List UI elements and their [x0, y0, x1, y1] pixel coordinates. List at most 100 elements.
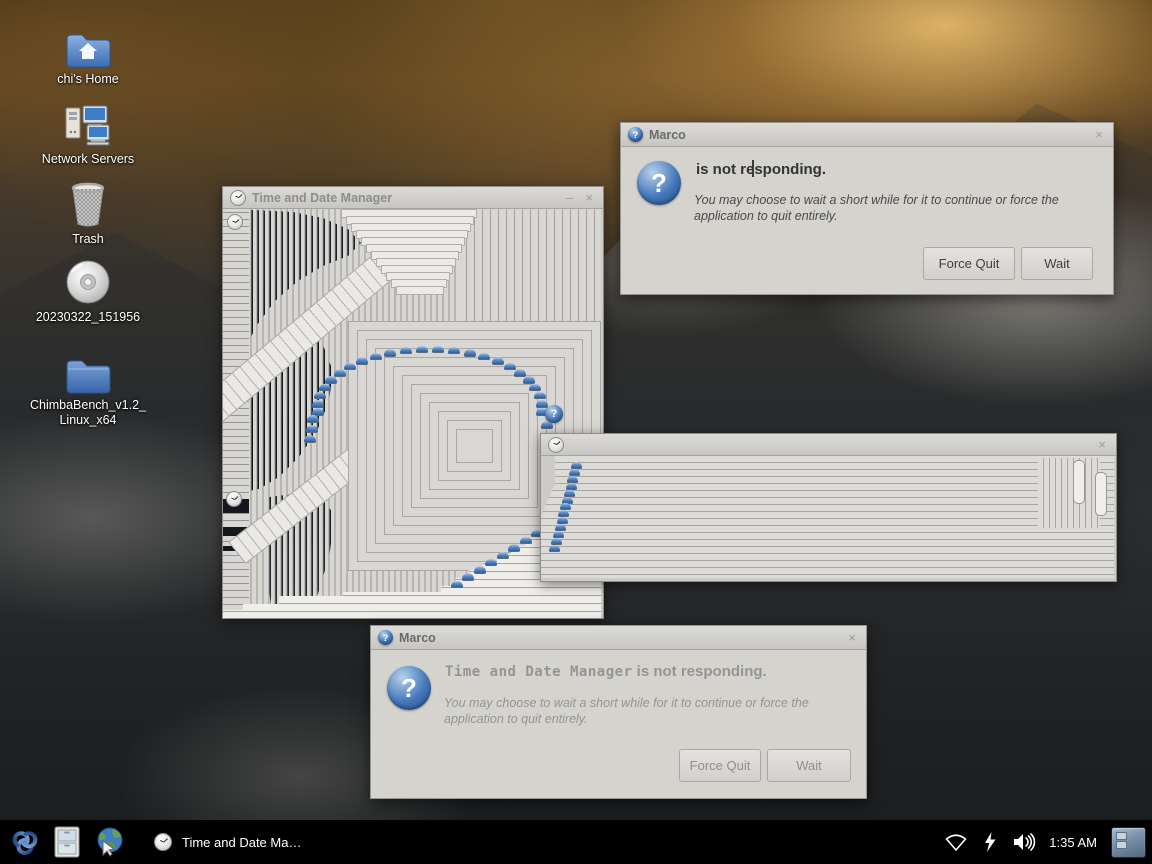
- window-icon-artifact: [485, 558, 497, 567]
- web-browser-launcher[interactable]: [92, 825, 126, 859]
- system-tray: 1:35 AM: [943, 826, 1152, 858]
- force-quit-button[interactable]: Force Quit: [923, 247, 1015, 280]
- force-quit-button[interactable]: Force Quit: [679, 749, 761, 782]
- desktop-icon-network-servers[interactable]: Network Servers: [22, 100, 154, 167]
- window-icon-artifact: [325, 376, 338, 384]
- desktop-icon-disc[interactable]: 20230322_151956: [22, 258, 154, 325]
- window-bar-artifact: [396, 286, 444, 295]
- window-icon-artifact: [304, 435, 316, 443]
- desktop-icon-chimbabench-folder[interactable]: ChimbaBench_v1.2_ Linux_x64: [22, 346, 154, 428]
- window-icon-artifact: [463, 349, 476, 357]
- window-icon-artifact: [522, 376, 535, 384]
- wifi-icon[interactable]: [943, 829, 969, 855]
- close-button[interactable]: ×: [1095, 438, 1109, 451]
- titlebar[interactable]: ? Marco ×: [371, 626, 866, 650]
- window-icon-artifact: [473, 566, 486, 574]
- desktop: chi's Home Network Servers Trash 2023032…: [0, 0, 1152, 864]
- window-icon-artifact: [535, 400, 548, 408]
- taskbar-clock[interactable]: 1:35 AM: [1049, 835, 1097, 850]
- window-stripe-artifacts: [1038, 458, 1100, 528]
- minimize-button[interactable]: –: [563, 191, 576, 204]
- dialog-marco-not-responding: ? Marco × ? is not responding. You may c…: [620, 122, 1114, 295]
- window-icon-artifact: [496, 551, 509, 560]
- window-icon-artifact: [478, 352, 491, 361]
- mini-window: [1116, 840, 1127, 849]
- window-frame-artifact: [456, 429, 493, 463]
- taskbar-panel: Time and Date Ma… 1:35 AM: [0, 820, 1152, 864]
- question-icon: ?: [628, 127, 643, 142]
- cd-disc-icon: [64, 258, 112, 306]
- window-glitch-popup: ×: [540, 433, 1117, 582]
- clock-icon: [227, 214, 243, 230]
- window-stack-artifacts: [541, 456, 1114, 578]
- clock-icon: [548, 436, 564, 453]
- question-glyph: ?: [632, 129, 639, 140]
- window-icon-artifact: [508, 544, 520, 552]
- app-name-text: Time and Date Manager: [445, 664, 633, 680]
- trash-icon: [66, 180, 110, 228]
- task-label: Time and Date Ma…: [182, 834, 302, 850]
- question-icon: ?: [637, 161, 681, 205]
- wait-button[interactable]: Wait: [767, 749, 851, 782]
- file-manager-launcher[interactable]: [50, 825, 84, 859]
- desktop-icon-trash[interactable]: Trash: [22, 180, 154, 247]
- close-button[interactable]: ×: [845, 631, 859, 644]
- dialog-body: You may choose to wait a short while for…: [694, 193, 1059, 223]
- titlebar[interactable]: ×: [541, 434, 1116, 456]
- window-icon-artifact: [571, 462, 582, 470]
- volume-icon[interactable]: [1011, 829, 1037, 855]
- home-folder-icon: [65, 20, 111, 68]
- window-icon-artifact: [462, 573, 474, 581]
- window-icon-artifact: [569, 468, 581, 476]
- window-icon-artifact: [399, 346, 412, 355]
- question-icon: ?: [378, 630, 393, 645]
- dialog-title: Marco: [649, 127, 686, 142]
- window-icon-artifact: [415, 345, 428, 354]
- close-button[interactable]: ×: [582, 191, 596, 204]
- glitch-window-artifacts: [541, 456, 1114, 581]
- window-icon-artifact: [344, 362, 357, 371]
- desktop-icon-label: Network Servers: [41, 152, 135, 166]
- window-icon-artifact: [503, 362, 516, 371]
- text-cursor: [752, 160, 754, 177]
- desktop-icon-home[interactable]: chi's Home: [22, 20, 154, 87]
- wait-button[interactable]: Wait: [1021, 247, 1093, 280]
- clock-icon: [226, 491, 242, 507]
- question-glyph: ?: [550, 408, 558, 420]
- battery-charging-icon[interactable]: [977, 829, 1003, 855]
- question-glyph: ?: [401, 672, 417, 703]
- dialog-heading: is not responding.: [696, 161, 826, 178]
- window-icon-artifact: [491, 357, 504, 365]
- clock-icon: [154, 833, 172, 851]
- folder-icon: [65, 346, 111, 394]
- titlebar[interactable]: ? Marco ×: [621, 123, 1113, 147]
- desktop-icon-label: ChimbaBench_v1.2_ Linux_x64: [29, 398, 147, 427]
- window-icon-artifact: [333, 369, 346, 377]
- question-glyph: ?: [651, 167, 667, 198]
- window-icon-artifact: [551, 537, 563, 545]
- dialog-heading: Time and Date Manager is not responding.: [445, 663, 767, 680]
- window-icon-artifact: [356, 357, 369, 365]
- window-icon-artifact: [432, 345, 445, 354]
- window-icon-artifact: [448, 346, 461, 355]
- distro-menu-button[interactable]: [8, 825, 42, 859]
- titlebar[interactable]: Time and Date Manager – ×: [223, 187, 603, 209]
- window-icon-artifact: [450, 580, 463, 589]
- taskbar-task-time-and-date-manager[interactable]: Time and Date Ma…: [146, 824, 309, 860]
- window-icon-artifact: [563, 489, 575, 497]
- window-icon-artifact: [553, 531, 564, 539]
- heading-rest-text: is not responding.: [632, 663, 767, 680]
- clock-icon: [230, 189, 246, 206]
- window-icon-artifact: [514, 369, 527, 377]
- close-button[interactable]: ×: [1092, 128, 1106, 141]
- window-cascade-artifact: [341, 209, 501, 304]
- window-icon-artifact: [384, 349, 397, 357]
- workspace-switcher[interactable]: [1111, 826, 1146, 858]
- window-icon-artifact: [318, 383, 331, 392]
- window-icon-artifact: [369, 352, 382, 361]
- mini-window: [1116, 831, 1127, 840]
- window-icon-artifact: [305, 425, 318, 433]
- window-title: Time and Date Manager: [252, 190, 393, 205]
- distro-menu-icon: [12, 831, 38, 855]
- network-servers-icon: [63, 100, 113, 148]
